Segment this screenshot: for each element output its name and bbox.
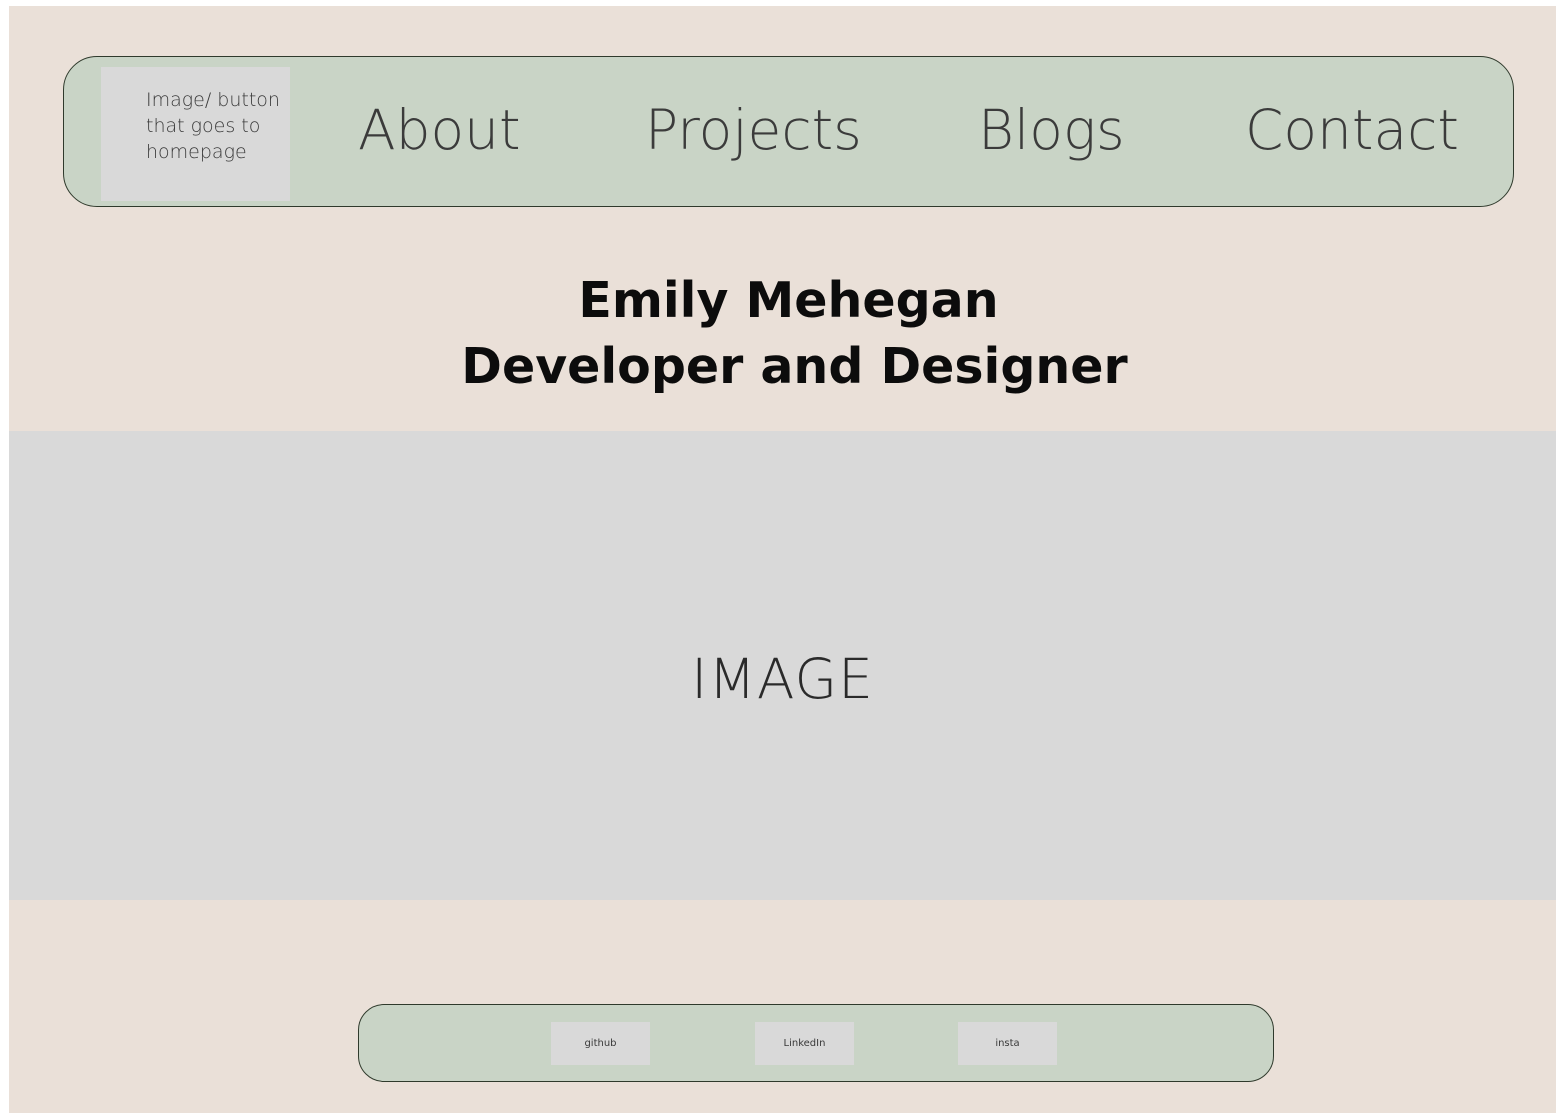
insta-link[interactable]: insta xyxy=(958,1022,1057,1065)
nav-link-blogs[interactable]: Blogs xyxy=(978,96,1125,164)
linkedin-link[interactable]: LinkedIn xyxy=(755,1022,854,1065)
nav-link-about[interactable]: About xyxy=(358,96,521,164)
hero-name: Emily Mehegan xyxy=(578,272,999,329)
home-button[interactable]: Image/ button that goes to homepage xyxy=(101,67,290,201)
nav-link-contact[interactable]: Contact xyxy=(1245,96,1459,164)
github-link[interactable]: github xyxy=(551,1022,650,1065)
hero-image-placeholder: IMAGE xyxy=(9,431,1556,900)
nav-link-projects[interactable]: Projects xyxy=(645,96,862,164)
hero-image-label: IMAGE xyxy=(691,647,874,711)
hero-role: Developer and Designer xyxy=(461,338,1128,395)
